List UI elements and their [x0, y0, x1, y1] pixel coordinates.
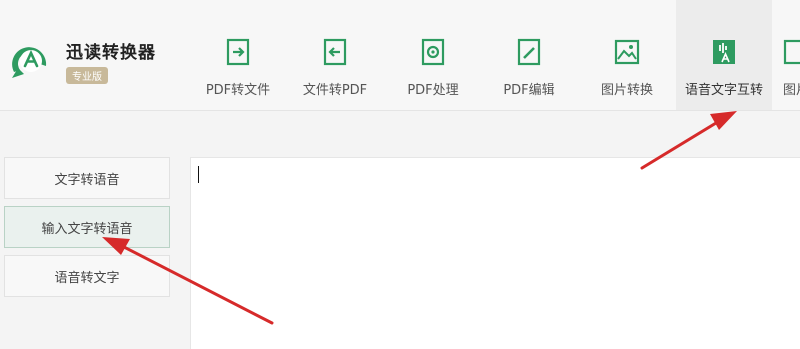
tool-pdf-edit[interactable]: PDF编辑 [494, 0, 564, 110]
sidebar-item-label: 语音转文字 [54, 270, 120, 286]
top-toolbar: 迅读转换器 专业版 PDF转文件 文件转PDF PDF处理 PDF编辑 图片转换… [0, 0, 800, 111]
sidebar-item-label: 输入文字转语音 [41, 221, 133, 237]
image-icon [614, 39, 640, 65]
tool-label: PDF处理 [407, 83, 459, 98]
tool-label: PDF编辑 [503, 83, 555, 98]
text-caret [198, 166, 199, 183]
pdf-process-icon [421, 38, 445, 66]
tool-label: 文件转PDF [302, 83, 368, 98]
tool-file-to-pdf[interactable]: 文件转PDF [296, 0, 374, 110]
tool-label: 语音文字互转 [684, 83, 763, 98]
app-title: 迅读转换器 [66, 43, 156, 63]
text-input-area[interactable] [190, 157, 800, 349]
voice-text-icon [713, 40, 735, 64]
tool-label: PDF转文件 [205, 83, 271, 98]
file-export-icon [226, 38, 250, 66]
tool-image-more[interactable]: 图片 [776, 0, 800, 110]
sidebar-item-input-text-to-speech[interactable]: 输入文字转语音 [4, 206, 170, 248]
sidebar-item-label: 文字转语音 [54, 172, 120, 188]
tool-label: 图片 [782, 83, 800, 98]
tool-image-convert[interactable]: 图片转换 [592, 0, 662, 110]
edition-badge: 专业版 [66, 67, 108, 84]
tool-voice-text[interactable]: 语音文字互转 [676, 0, 772, 110]
sidebar-item-speech-to-text[interactable]: 语音转文字 [4, 255, 170, 297]
tool-pdf-process[interactable]: PDF处理 [398, 0, 468, 110]
tool-label: 图片转换 [600, 83, 653, 98]
tool-pdf-to-file[interactable]: PDF转文件 [200, 0, 276, 110]
pdf-edit-icon [517, 38, 541, 66]
image-icon [783, 39, 800, 65]
app-logo-icon [12, 47, 47, 78]
sidebar-item-text-to-speech[interactable]: 文字转语音 [4, 157, 170, 199]
file-import-icon [323, 38, 347, 66]
